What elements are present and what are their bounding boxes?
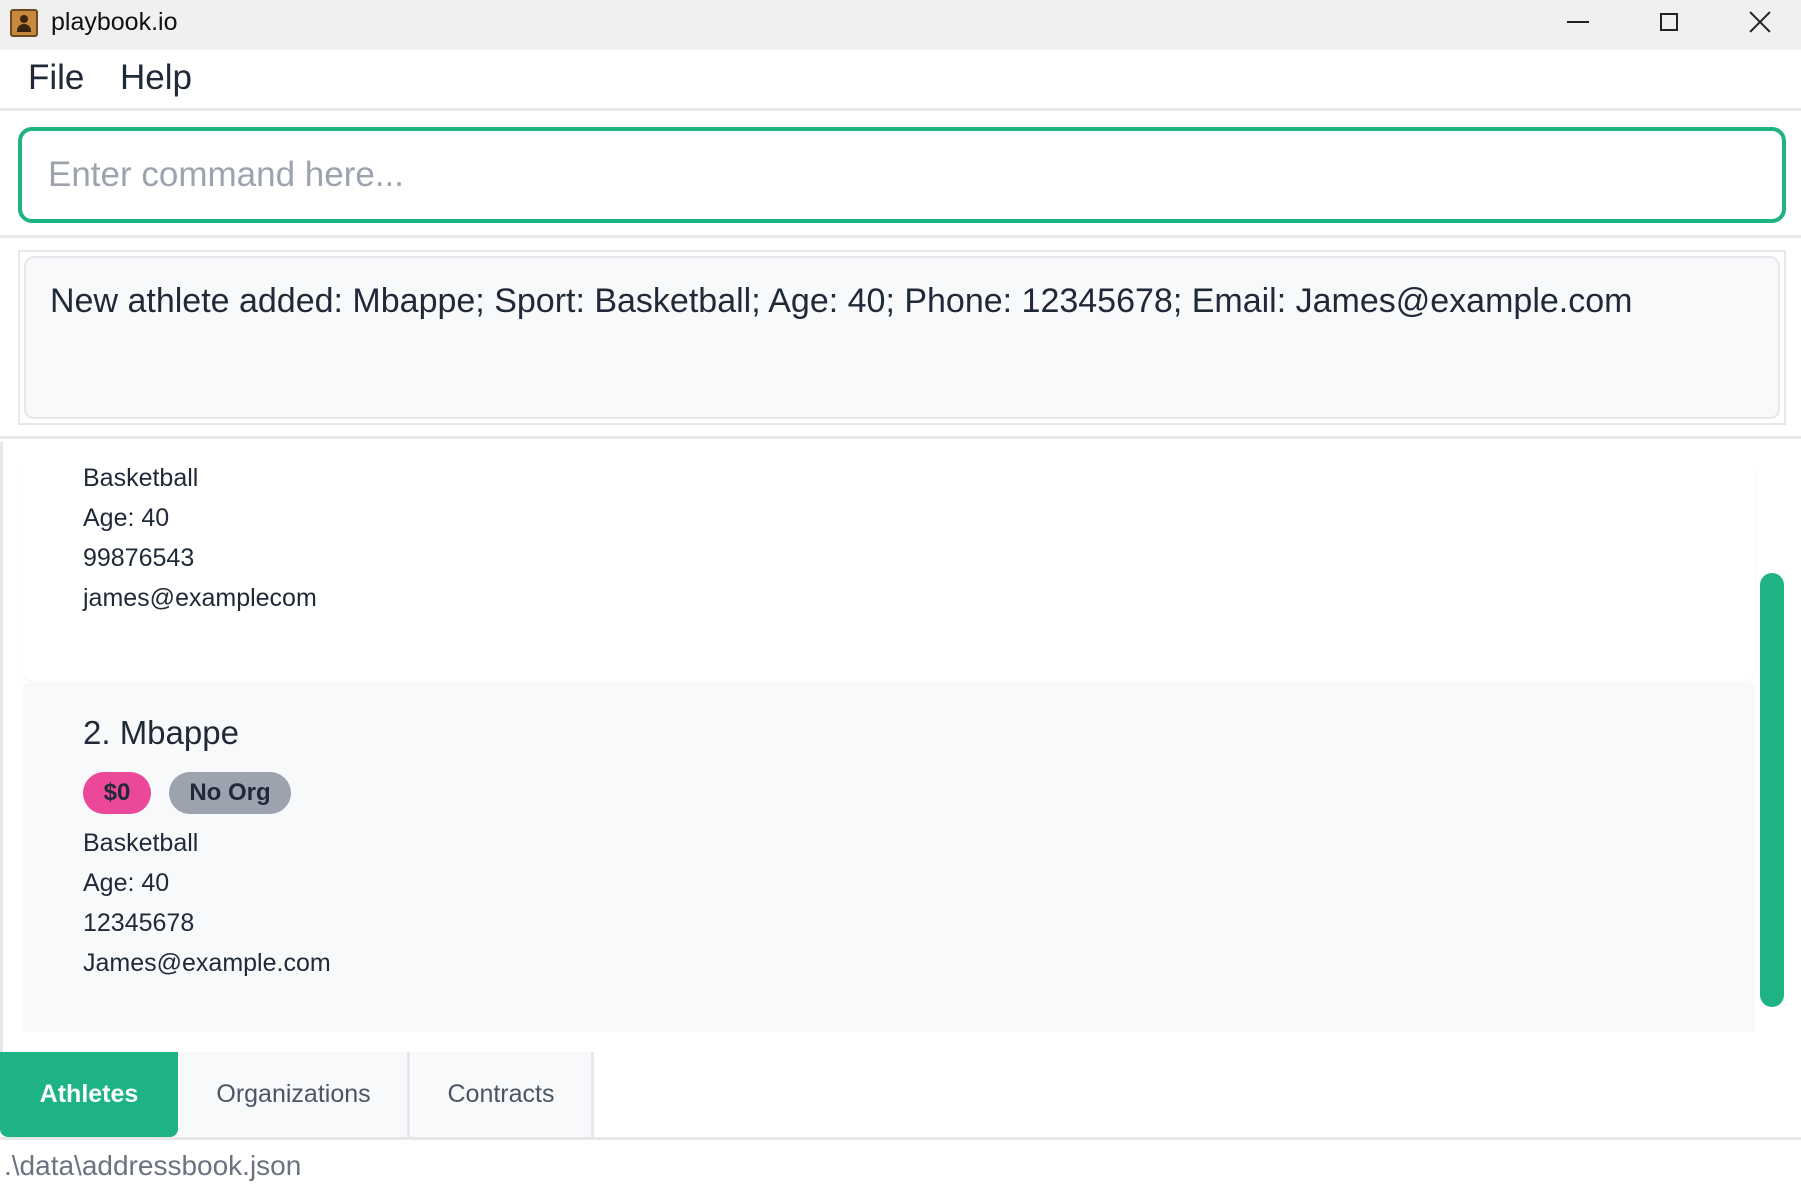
minimize-button[interactable] <box>1533 0 1623 44</box>
athlete-card[interactable]: 2. Mbappe $0 No Org Basketball Age: 40 1… <box>23 684 1755 1032</box>
command-input[interactable] <box>18 127 1786 223</box>
athlete-phone: 99876543 <box>83 544 195 572</box>
list-scrollbar[interactable] <box>1760 573 1784 1007</box>
divider <box>0 436 1801 439</box>
maximize-button[interactable] <box>1624 0 1714 44</box>
app-window: playbook.io File Help New athlete added:… <box>0 0 1801 1191</box>
close-icon <box>1748 10 1772 34</box>
menu-bar: File Help <box>0 50 1801 111</box>
athlete-card[interactable]: Basketball Age: 40 99876543 james@exampl… <box>23 464 1755 682</box>
athlete-sport: Basketball <box>83 464 199 492</box>
maximize-icon <box>1660 13 1678 31</box>
minimize-icon <box>1567 21 1589 23</box>
result-message: New athlete added: Mbappe; Sport: Basket… <box>50 282 1633 320</box>
save-file-path: .\data\addressbook.json <box>4 1150 302 1181</box>
contract-amount-badge: $0 <box>83 772 151 814</box>
window-title: playbook.io <box>51 8 178 36</box>
athlete-email: james@examplecom <box>83 584 317 612</box>
menu-file[interactable]: File <box>28 58 84 98</box>
status-bar: .\data\addressbook.json <box>0 1137 1801 1191</box>
athlete-sport: Basketball <box>83 829 199 857</box>
close-button[interactable] <box>1715 0 1801 44</box>
result-display[interactable]: New athlete added: Mbappe; Sport: Basket… <box>24 256 1780 419</box>
tab-organizations[interactable]: Organizations <box>180 1052 410 1137</box>
athlete-list[interactable]: Basketball Age: 40 99876543 james@exampl… <box>0 442 1801 1052</box>
title-bar[interactable]: playbook.io <box>0 0 1801 50</box>
organization-badge: No Org <box>169 772 291 814</box>
athlete-name: 2. Mbappe <box>83 714 239 751</box>
tab-athletes[interactable]: Athletes <box>0 1052 178 1137</box>
athlete-email: James@example.com <box>83 949 331 977</box>
tab-bar: Athletes Organizations Contracts <box>0 1052 1801 1137</box>
athlete-phone: 12345678 <box>83 909 195 937</box>
command-box-container <box>0 114 1801 238</box>
result-display-container: New athlete added: Mbappe; Sport: Basket… <box>18 250 1786 425</box>
athlete-age: Age: 40 <box>83 504 170 532</box>
athlete-age: Age: 40 <box>83 869 170 897</box>
address-book-icon <box>10 9 38 37</box>
menu-help[interactable]: Help <box>120 58 192 98</box>
tab-contracts[interactable]: Contracts <box>411 1052 594 1137</box>
